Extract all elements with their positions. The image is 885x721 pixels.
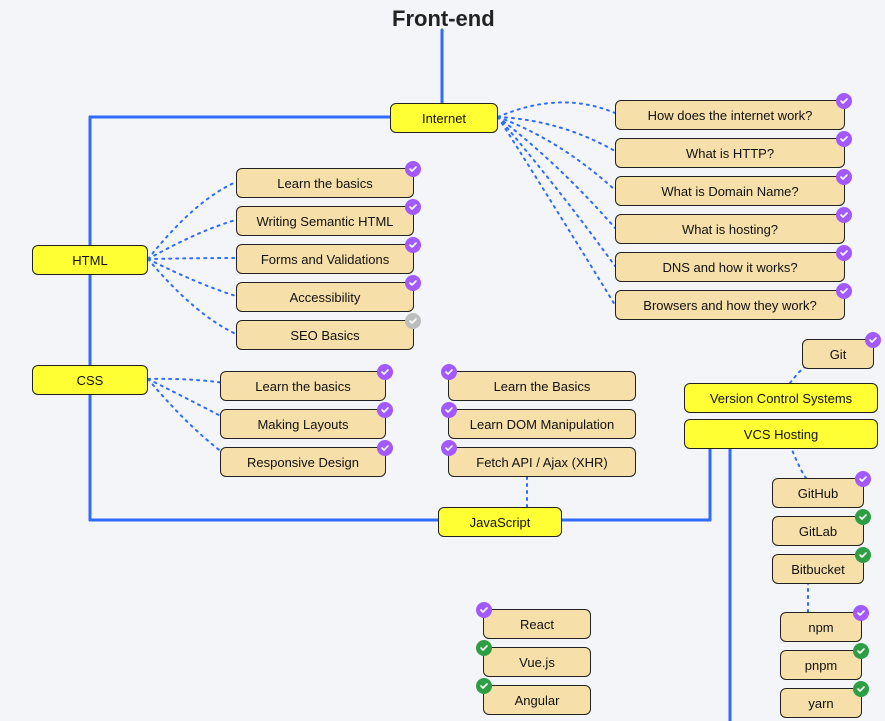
node-inet-how[interactable]: How does the internet work?: [615, 100, 845, 130]
node-label: Learn the basics: [231, 379, 375, 394]
node-label: Writing Semantic HTML: [247, 214, 403, 229]
status-badge-grey: [405, 313, 421, 329]
status-badge-purple: [836, 169, 852, 185]
status-badge-green: [855, 547, 871, 563]
node-inet-dns[interactable]: DNS and how it works?: [615, 252, 845, 282]
status-badge-green: [476, 678, 492, 694]
status-badge-purple: [865, 332, 881, 348]
node-label: Bitbucket: [783, 562, 853, 577]
node-js-dom[interactable]: Learn DOM Manipulation: [448, 409, 636, 439]
node-label: GitLab: [783, 524, 853, 539]
node-css-resp[interactable]: Responsive Design: [220, 447, 386, 477]
node-label: Angular: [494, 693, 580, 708]
status-badge-purple: [405, 237, 421, 253]
node-css-basics[interactable]: Learn the basics: [220, 371, 386, 401]
node-label: DNS and how it works?: [626, 260, 834, 275]
node-angular[interactable]: Angular: [483, 685, 591, 715]
node-pnpm[interactable]: pnpm: [780, 650, 862, 680]
node-html[interactable]: HTML: [32, 245, 148, 275]
node-label: npm: [791, 620, 851, 635]
status-badge-purple: [377, 402, 393, 418]
node-label: Version Control Systems: [695, 391, 867, 406]
status-badge-purple: [441, 364, 457, 380]
status-badge-green: [853, 643, 869, 659]
node-bitbucket[interactable]: Bitbucket: [772, 554, 864, 584]
node-github[interactable]: GitHub: [772, 478, 864, 508]
status-badge-purple: [836, 93, 852, 109]
status-badge-purple: [377, 440, 393, 456]
status-badge-purple: [836, 283, 852, 299]
status-badge-purple: [441, 402, 457, 418]
status-badge-purple: [377, 364, 393, 380]
node-html-seo[interactable]: SEO Basics: [236, 320, 414, 350]
node-internet[interactable]: Internet: [390, 103, 498, 133]
node-css-layout[interactable]: Making Layouts: [220, 409, 386, 439]
status-badge-purple: [836, 131, 852, 147]
node-label: yarn: [791, 696, 851, 711]
node-git[interactable]: Git: [802, 339, 874, 369]
node-javascript[interactable]: JavaScript: [438, 507, 562, 537]
node-label: JavaScript: [449, 515, 551, 530]
node-label: SEO Basics: [247, 328, 403, 343]
node-gitlab[interactable]: GitLab: [772, 516, 864, 546]
node-label: What is hosting?: [626, 222, 834, 237]
status-badge-purple: [836, 245, 852, 261]
status-badge-purple: [853, 605, 869, 621]
node-label: Learn the basics: [247, 176, 403, 191]
status-badge-purple: [441, 440, 457, 456]
node-label: How does the internet work?: [626, 108, 834, 123]
node-label: Accessibility: [247, 290, 403, 305]
node-label: Learn the Basics: [459, 379, 625, 394]
node-html-forms[interactable]: Forms and Validations: [236, 244, 414, 274]
node-label: Responsive Design: [231, 455, 375, 470]
status-badge-purple: [836, 207, 852, 223]
node-label: CSS: [43, 373, 137, 388]
node-css[interactable]: CSS: [32, 365, 148, 395]
status-badge-purple: [405, 199, 421, 215]
status-badge-purple: [405, 275, 421, 291]
node-label: VCS Hosting: [695, 427, 867, 442]
node-html-a11y[interactable]: Accessibility: [236, 282, 414, 312]
node-label: Vue.js: [494, 655, 580, 670]
node-label: Browsers and how they work?: [626, 298, 834, 313]
node-label: Git: [813, 347, 863, 362]
node-label: HTML: [43, 253, 137, 268]
node-js-fetch[interactable]: Fetch API / Ajax (XHR): [448, 447, 636, 477]
node-vue[interactable]: Vue.js: [483, 647, 591, 677]
node-label: React: [494, 617, 580, 632]
node-inet-dns-n[interactable]: What is Domain Name?: [615, 176, 845, 206]
node-label: Internet: [401, 111, 487, 126]
node-inet-browser[interactable]: Browsers and how they work?: [615, 290, 845, 320]
status-badge-green: [476, 640, 492, 656]
node-yarn[interactable]: yarn: [780, 688, 862, 718]
node-label: Learn DOM Manipulation: [459, 417, 625, 432]
node-label: GitHub: [783, 486, 853, 501]
node-inet-http[interactable]: What is HTTP?: [615, 138, 845, 168]
roadmap-canvas: Front-end Internet HTML CSS JavaScript Versi…: [0, 0, 885, 721]
status-badge-green: [853, 681, 869, 697]
node-js-basics[interactable]: Learn the Basics: [448, 371, 636, 401]
node-html-basics[interactable]: Learn the basics: [236, 168, 414, 198]
node-label: What is Domain Name?: [626, 184, 834, 199]
node-inet-host[interactable]: What is hosting?: [615, 214, 845, 244]
node-label: pnpm: [791, 658, 851, 673]
node-label: Forms and Validations: [247, 252, 403, 267]
node-vcs[interactable]: Version Control Systems: [684, 383, 878, 413]
diagram-title: Front-end: [392, 6, 495, 32]
status-badge-purple: [405, 161, 421, 177]
node-react[interactable]: React: [483, 609, 591, 639]
node-label: Making Layouts: [231, 417, 375, 432]
node-npm[interactable]: npm: [780, 612, 862, 642]
node-label: What is HTTP?: [626, 146, 834, 161]
status-badge-purple: [855, 471, 871, 487]
node-label: Fetch API / Ajax (XHR): [459, 455, 625, 470]
node-html-sem[interactable]: Writing Semantic HTML: [236, 206, 414, 236]
status-badge-purple: [476, 602, 492, 618]
node-vcs-hosting[interactable]: VCS Hosting: [684, 419, 878, 449]
status-badge-green: [855, 509, 871, 525]
